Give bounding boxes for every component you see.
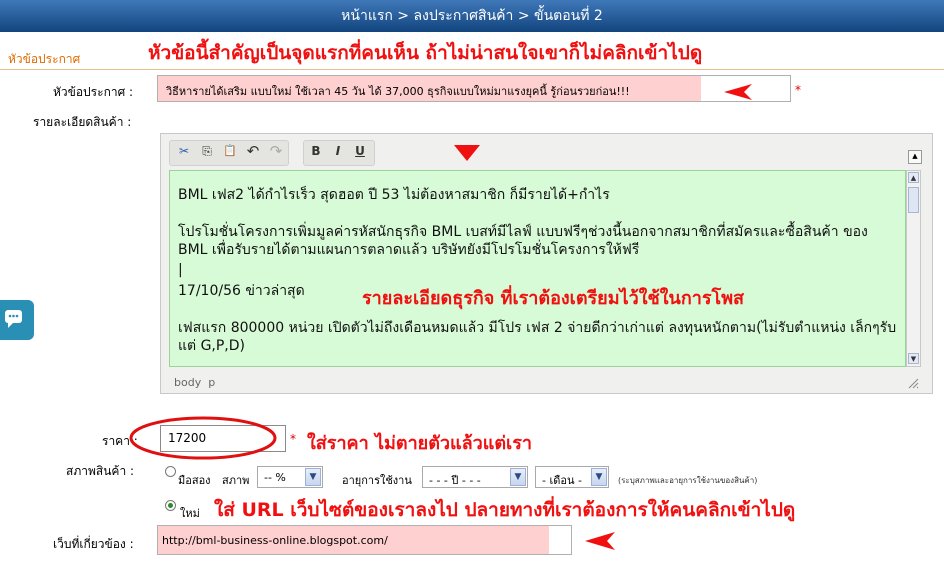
editor-content-area[interactable]: BML เฟส2 ได้กำไรเร็ว สุดฮอต ปี 53 ไม่ต้อ… [169,170,906,367]
annotation-url-note: ใส่ URL เว็บไซต์ของเราลงไป ปลายทางที่เรา… [214,499,796,521]
chat-icon [5,310,22,328]
italic-button[interactable]: I [328,141,348,161]
bold-button[interactable]: B [306,141,326,161]
breadcrumb: หน้าแรก > ลงประกาศสินค้า > ขั้นตอนที่ 2 [0,0,944,32]
price-highlight-circle [129,416,277,460]
price-required-mark: * [290,432,296,446]
redo-icon[interactable]: ↷ [266,141,286,161]
annotation-detail-note: รายละเอียดธุรกิจ ที่เราต้องเตรียมไว้ใช้ใ… [362,288,745,309]
title-input-value: วิธีหารายได้เสริม แบบใหม่ ใช้เวลา 45 วัน… [166,85,630,98]
arrow-down-icon [454,145,480,161]
copy-icon[interactable]: ⎘ [197,141,217,161]
website-input-value: http://bml-business-online.blogspot.com/ [162,534,388,547]
detail-label: รายละเอียดสินค้า : [33,115,132,129]
title-label: หัวข้อประกาศ : [53,85,134,99]
scroll-thumb[interactable] [908,187,919,213]
section-divider [0,69,944,70]
website-label: เว็บที่เกี่ยวข้อง : [53,537,134,551]
collapse-toolbar-icon[interactable]: ▲ [908,150,922,164]
cut-icon[interactable]: ✂ [174,141,194,161]
condition-percent-value: -- % [264,471,286,484]
usage-year-select[interactable]: - - - ปี - - - ▼ [422,466,528,488]
editor-toolbar-edit-group: ✂ ⎘ 📋 ↶ ↷ [169,140,289,166]
editor-toolbar-format-group: B I U [303,140,375,166]
condition-percent-select[interactable]: -- % ▼ [257,466,323,488]
used-label: มือสอง [178,474,211,487]
resize-handle-icon[interactable] [907,377,919,389]
underline-button[interactable]: U [350,141,370,161]
chevron-down-icon: ▼ [305,468,321,486]
content-line-1: BML เฟส2 ได้กำไรเร็ว สุดฮอต ปี 53 ไม่ต้อ… [178,187,610,203]
section-title: หัวข้อประกาศ [8,52,81,66]
content-line-2: โปรโมชั่นโครงการเพิ่มมูลค่ารหัสนักธุรกิจ… [178,224,868,258]
annotation-title-note: หัวข้อนี้สำคัญเป็นจุดแรกที่คนเห็น ถ้าไม่… [148,42,703,64]
usage-month-select[interactable]: - เดือน - ▼ [535,466,609,488]
used-radio[interactable] [165,466,176,477]
text-cursor: | [178,262,183,278]
usage-hint: (ระบุสภาพและอายุการใช้งานของสินค้า) [618,476,758,485]
content-line-4: เฟสแรก 800000 หน่วย เปิดตัวไม่ถึงเดือนหม… [178,320,897,354]
condition-state-label: สภาพ [222,474,250,487]
scroll-up-icon[interactable]: ▲ [908,172,919,183]
scroll-down-icon[interactable]: ▼ [908,353,919,364]
title-input[interactable]: วิธีหารายได้เสริม แบบใหม่ ใช้เวลา 45 วัน… [157,75,791,102]
new-radio[interactable] [165,500,176,511]
arrow-left-icon [724,84,752,100]
title-required-mark: * [795,83,801,97]
website-input[interactable]: http://bml-business-online.blogspot.com/ [157,525,572,555]
chevron-down-icon: ▼ [510,468,526,486]
arrow-left-icon [585,532,615,550]
chevron-down-icon: ▼ [591,468,607,486]
usage-label: อายุการใช้งาน [342,474,412,487]
paste-icon[interactable]: 📋 [220,141,240,161]
condition-label: สภาพสินค้า : [66,464,135,478]
content-line-3: 17/10/56 ข่าวล่าสุด [178,283,305,299]
editor-scrollbar[interactable]: ▲ ▼ [906,170,921,367]
chat-widget[interactable] [0,300,34,340]
usage-month-value: - เดือน - [542,474,582,487]
undo-icon[interactable]: ↶ [243,141,263,161]
usage-year-value: - - - ปี - - - [429,474,481,487]
editor-status-path: body p [174,376,216,389]
new-label: ใหม่ [180,507,200,520]
annotation-price-note: ใส่ราคา ไม่ตายตัวแล้วแต่เรา [307,433,532,454]
